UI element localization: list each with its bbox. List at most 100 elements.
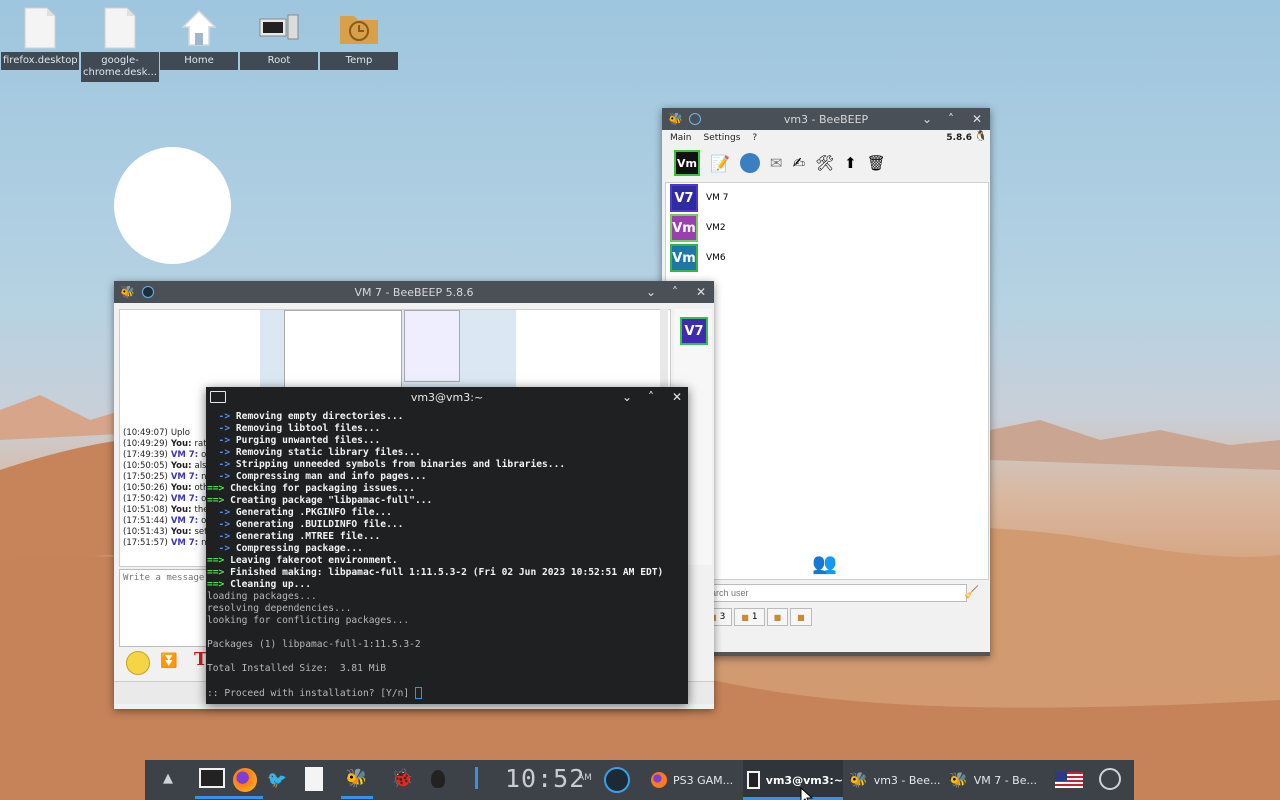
task-label: VM 7 - Be... (973, 773, 1037, 787)
user-name: VM2 (706, 223, 726, 233)
line-text: Leaving fakeroot environment. (230, 555, 398, 566)
user-avatar[interactable]: V7 (680, 317, 708, 345)
maximize-icon[interactable]: ˄ (648, 390, 654, 404)
terminal-line: Total Installed Size: 3.81 MiB (207, 663, 687, 675)
tab-group[interactable]: ■ (766, 608, 789, 626)
desktop-icon-chrome[interactable]: google-chrome.desk... (81, 4, 159, 82)
line-text: Cleaning up... (230, 579, 311, 590)
group-icon: ■ (773, 612, 782, 622)
desktop-icon-home[interactable]: Home (160, 4, 238, 70)
clock-time: 10:52 (505, 764, 586, 793)
firefox-icon[interactable] (233, 768, 257, 792)
taskbar-task[interactable]: 🐝 vm3 - Bee... (845, 760, 945, 800)
title-bar[interactable]: 🐝 vm3 - BeeBEEP ⌄ ˄ ✕ (662, 108, 990, 130)
chevron-down-icon[interactable]: ⌄ (916, 108, 938, 130)
close-icon[interactable]: ✕ (672, 390, 682, 404)
desktop-icon-label: Home (160, 52, 238, 70)
smiley-icon[interactable] (126, 651, 150, 675)
trash-icon[interactable]: 🗑 (867, 154, 886, 172)
message-author: You: (170, 527, 192, 537)
message-time: (17:51:44) (123, 516, 168, 526)
menu-help[interactable]: ? (752, 133, 757, 143)
line-prefix: -> (207, 423, 236, 434)
message-text: Uplo (170, 428, 190, 438)
status-badge[interactable]: Vm (674, 150, 700, 176)
line-text: Finished making: libpamac-full 1:11.5.3-… (230, 567, 664, 578)
message-time: (17:50:42) (123, 494, 168, 504)
envelope-icon[interactable]: ✉ (770, 154, 783, 172)
terminal-line: -> Compressing man and info pages... (207, 471, 687, 483)
share-icon: ■ (797, 612, 805, 622)
document-icon[interactable] (305, 767, 323, 791)
terminal-output[interactable]: -> Removing empty directories... -> Remo… (207, 411, 687, 699)
terminal-line: resolving dependencies... (207, 603, 687, 615)
menu-main[interactable]: Main (670, 133, 692, 143)
message-time: (10:49:29) (123, 439, 168, 449)
line-prefix: -> (207, 507, 236, 518)
linux-icon: 🐧 (974, 131, 987, 142)
line-prefix: ==> (207, 555, 231, 566)
ladybug-icon[interactable]: 🐞 (391, 768, 413, 789)
user-list-item[interactable]: Vm VM2 (670, 213, 988, 243)
chat-message: (17:51:57)VM 7:nad (123, 538, 217, 549)
beebeep-icon: 🐝 (949, 771, 968, 789)
terminal-line: ==> Finished making: libpamac-full 1:11.… (207, 567, 687, 579)
message-time: (17:50:25) (123, 472, 168, 482)
message-time: (10:49:07) (123, 428, 168, 438)
beebeep-launcher-icon[interactable]: 🐝 (345, 768, 367, 789)
broadcast-icon[interactable] (739, 153, 760, 173)
close-icon[interactable]: ✕ (690, 281, 712, 303)
download-arrow-icon[interactable]: ⏬ (160, 653, 177, 669)
title-bar[interactable]: 🐝 VM 7 - BeeBEEP 5.8.6 ⌄ ˄ ✕ (114, 281, 714, 303)
chat-message: (17:51:44)VM 7:oh (123, 516, 217, 527)
chevron-down-icon[interactable]: ⌄ (640, 281, 662, 303)
bulb-icon[interactable] (431, 770, 445, 788)
power-icon[interactable] (1099, 768, 1121, 790)
clock-ampm: AM (578, 773, 592, 783)
maximize-icon[interactable]: ˄ (940, 108, 962, 130)
title-bar[interactable]: vm3@vm3:~ ⌄ ˄ ✕ (206, 387, 688, 409)
tab-share[interactable]: ■ (790, 608, 812, 626)
update-icon[interactable]: ⬆ (844, 154, 857, 172)
desktop-icon-temp[interactable]: Temp (320, 4, 398, 70)
search-input[interactable] (695, 584, 967, 602)
desktop-icon-root[interactable]: Root (240, 4, 318, 70)
tools-icon[interactable]: 🛠 (815, 154, 834, 172)
chat-message: (10:51:08)You:there (123, 505, 217, 516)
beebeep-launcher-indicator (341, 796, 373, 799)
terminal-line: Packages (1) libpamac-full-1:11.5.3-2 (207, 639, 687, 651)
maximize-icon[interactable]: ˄ (664, 281, 686, 303)
user-list-item[interactable]: Vm VM6 (670, 243, 988, 273)
close-icon[interactable]: ✕ (966, 108, 988, 130)
message-author: VM 7: (170, 450, 199, 460)
show-menu-chevron-icon[interactable]: ▲ (163, 771, 173, 786)
message-time: (10:50:26) (123, 483, 168, 493)
message-time: (10:50:05) (123, 461, 168, 471)
user-list-item[interactable]: V7 VM 7 (670, 183, 988, 213)
bird-app-icon[interactable]: 🐦 (267, 770, 287, 789)
menu-settings[interactable]: Settings (704, 133, 741, 143)
thermometer-icon[interactable] (475, 767, 478, 789)
tab-chat[interactable]: ■ 1 (734, 608, 765, 626)
chevron-down-icon[interactable]: ⌄ (622, 390, 632, 404)
computer-icon (259, 14, 299, 40)
clear-broom-icon[interactable]: 🧹 (964, 585, 979, 599)
cortana-circle-icon[interactable] (604, 767, 630, 793)
mouse-cursor (800, 787, 814, 800)
chat-message: (10:51:43) You: set t (123, 527, 217, 538)
taskbar-task[interactable]: vm3@vm3:~ (743, 760, 843, 800)
terminal-line: ==> Checking for packaging issues... (207, 483, 687, 495)
us-flag-icon[interactable] (1055, 772, 1083, 788)
terminal-launcher-icon[interactable] (199, 768, 225, 788)
terminal-line: ==> Cleaning up... (207, 579, 687, 591)
edit-profile-icon[interactable]: 📝 (710, 154, 730, 173)
taskbar-task[interactable]: PS3 GAM... (647, 760, 741, 800)
terminal-line: ==> Leaving fakeroot environment. (207, 555, 687, 567)
write-message-icon[interactable]: ✍ (793, 154, 806, 172)
desktop-icon-firefox[interactable]: firefox.desktop (1, 4, 79, 70)
message-author: You: (170, 461, 192, 471)
line-text: resolving dependencies... (207, 603, 352, 614)
taskbar-task[interactable]: 🐝 VM 7 - Be... (945, 760, 1045, 800)
